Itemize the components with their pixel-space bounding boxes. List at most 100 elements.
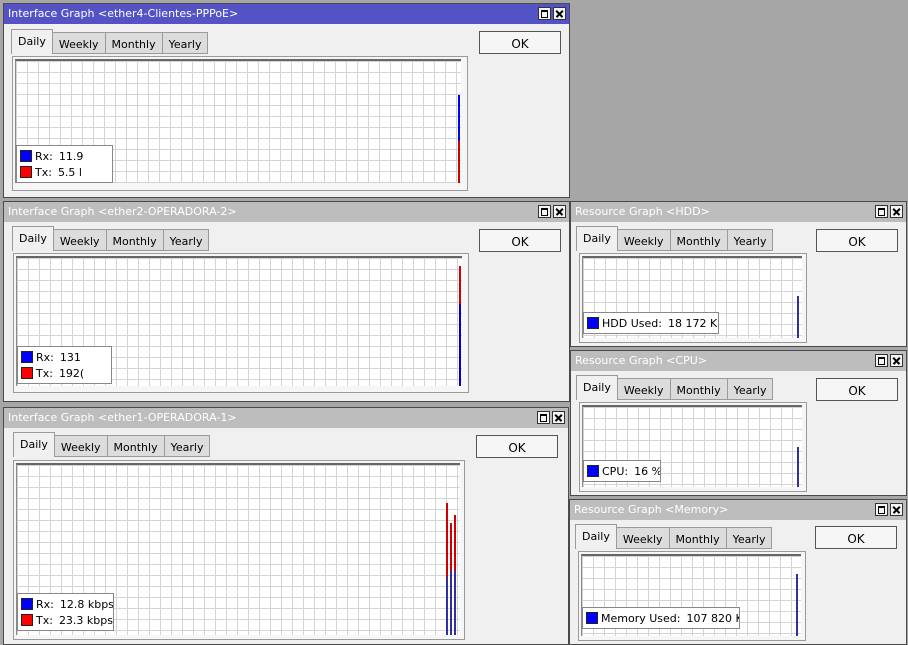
graph-legend: CPU: 16 % bbox=[583, 460, 661, 482]
tab-monthly[interactable]: Monthly bbox=[106, 229, 164, 251]
rx-swatch bbox=[21, 351, 33, 363]
tab-monthly[interactable]: Monthly bbox=[669, 527, 727, 549]
window-interface-graph-ether1: Interface Graph <ether1-OPERADORA-1> Dai… bbox=[3, 407, 569, 645]
tx-value: 5.5 l bbox=[57, 165, 82, 179]
used-swatch bbox=[587, 317, 599, 329]
tx-label: Tx: bbox=[36, 613, 53, 627]
maximize-icon[interactable] bbox=[875, 205, 888, 218]
maximize-icon[interactable] bbox=[538, 205, 551, 218]
tab-monthly[interactable]: Monthly bbox=[107, 435, 165, 457]
tx-swatch bbox=[21, 614, 33, 626]
maximize-icon[interactable] bbox=[875, 354, 888, 367]
tab-yearly[interactable]: Yearly bbox=[164, 435, 211, 457]
tab-daily[interactable]: Daily bbox=[13, 432, 55, 457]
tab-daily[interactable]: Daily bbox=[11, 29, 53, 54]
rx-label: Rx: bbox=[35, 149, 53, 163]
legend-rx: Rx: 11.9 bbox=[20, 148, 112, 164]
close-icon[interactable] bbox=[553, 7, 566, 20]
window-titlebar[interactable]: Interface Graph <ether4-Clientes-PPPoE> bbox=[4, 4, 569, 24]
window-interface-graph-ether4: Interface Graph <ether4-Clientes-PPPoE> … bbox=[3, 3, 570, 198]
cpu-swatch bbox=[587, 465, 599, 477]
rx-bar bbox=[459, 304, 461, 386]
ok-button[interactable]: OK bbox=[476, 435, 558, 458]
window-title: Resource Graph <CPU> bbox=[575, 354, 707, 367]
maximize-icon[interactable] bbox=[538, 7, 551, 20]
tab-yearly[interactable]: Yearly bbox=[727, 229, 774, 251]
tab-yearly[interactable]: Yearly bbox=[162, 32, 209, 54]
tx-swatch bbox=[20, 166, 32, 178]
tab-weekly[interactable]: Weekly bbox=[616, 527, 670, 549]
graph-panel: Memory Used: 107 820 KiB bbox=[578, 551, 806, 641]
hdd-used-label: HDD Used: bbox=[602, 316, 662, 330]
cpu-bar bbox=[797, 447, 799, 487]
tab-weekly[interactable]: Weekly bbox=[617, 378, 671, 400]
window-interface-graph-ether2: Interface Graph <ether2-OPERADORA-2> Dai… bbox=[3, 201, 570, 402]
tab-monthly[interactable]: Monthly bbox=[670, 378, 728, 400]
tab-daily[interactable]: Daily bbox=[576, 226, 618, 251]
legend-hdd-used: HDD Used: 18 172 KiB bbox=[587, 315, 718, 331]
close-icon[interactable] bbox=[890, 503, 903, 516]
legend-rx: Rx: 12.8 kbps bbox=[21, 596, 113, 612]
window-resource-graph-memory: Resource Graph <Memory> Daily Weekly Mon… bbox=[569, 499, 907, 645]
ok-button[interactable]: OK bbox=[815, 526, 897, 549]
close-icon[interactable] bbox=[890, 354, 903, 367]
tab-weekly[interactable]: Weekly bbox=[53, 229, 107, 251]
graph-legend: Rx: 131 Tx: 192( bbox=[17, 346, 112, 384]
window-titlebar[interactable]: Resource Graph <Memory> bbox=[570, 500, 906, 520]
tab-monthly[interactable]: Monthly bbox=[105, 32, 163, 54]
ok-button[interactable]: OK bbox=[816, 229, 898, 252]
tab-monthly[interactable]: Monthly bbox=[670, 229, 728, 251]
close-icon[interactable] bbox=[890, 205, 903, 218]
tx-label: Tx: bbox=[35, 165, 52, 179]
graph-panel: Rx: 131 Tx: 192( bbox=[13, 253, 469, 393]
rx-swatch bbox=[21, 598, 33, 610]
rx-value: 12.8 kbps bbox=[59, 597, 114, 611]
rx-value: 11.9 bbox=[58, 149, 84, 163]
window-titlebar[interactable]: Resource Graph <HDD> bbox=[571, 202, 906, 222]
maximize-icon[interactable] bbox=[537, 411, 550, 424]
memory-bar bbox=[796, 574, 798, 636]
rx-label: Rx: bbox=[36, 350, 54, 364]
tab-weekly[interactable]: Weekly bbox=[52, 32, 106, 54]
close-icon[interactable] bbox=[553, 205, 566, 218]
tx-value: 23.3 kbps bbox=[58, 613, 113, 627]
rx-value: 131 bbox=[59, 350, 81, 364]
cpu-label: CPU: bbox=[602, 464, 629, 478]
graph-panel: HDD Used: 18 172 KiB bbox=[579, 253, 807, 343]
tx-bar bbox=[458, 141, 460, 183]
legend-rx: Rx: 131 bbox=[21, 349, 111, 365]
legend-tx: Tx: 5.5 l bbox=[20, 164, 112, 180]
tab-weekly[interactable]: Weekly bbox=[617, 229, 671, 251]
rx-bar bbox=[446, 577, 448, 635]
maximize-icon[interactable] bbox=[875, 503, 888, 516]
close-icon[interactable] bbox=[552, 411, 565, 424]
rx-bar bbox=[450, 571, 452, 635]
window-titlebar[interactable]: Interface Graph <ether1-OPERADORA-1> bbox=[4, 408, 568, 428]
tx-label: Tx: bbox=[36, 366, 53, 380]
tab-yearly[interactable]: Yearly bbox=[726, 527, 773, 549]
graph-legend: Rx: 12.8 kbps Tx: 23.3 kbps bbox=[17, 593, 114, 631]
window-title: Interface Graph <ether4-Clientes-PPPoE> bbox=[8, 7, 239, 20]
rx-bar bbox=[454, 571, 456, 635]
window-title: Resource Graph <Memory> bbox=[574, 503, 729, 516]
tab-daily[interactable]: Daily bbox=[575, 524, 617, 549]
window-titlebar[interactable]: Interface Graph <ether2-OPERADORA-2> bbox=[4, 202, 569, 222]
rx-swatch bbox=[20, 150, 32, 162]
ok-button[interactable]: OK bbox=[479, 31, 561, 54]
ok-button[interactable]: OK bbox=[816, 378, 898, 401]
tab-daily[interactable]: Daily bbox=[576, 375, 618, 400]
legend-tx: Tx: 192( bbox=[21, 365, 111, 381]
ok-button[interactable]: OK bbox=[479, 229, 561, 252]
window-titlebar[interactable]: Resource Graph <CPU> bbox=[571, 351, 906, 371]
window-resource-graph-cpu: Resource Graph <CPU> Daily Weekly Monthl… bbox=[570, 350, 907, 496]
memory-used-value: 107 820 KiB bbox=[686, 611, 739, 625]
window-resource-graph-hdd: Resource Graph <HDD> Daily Weekly Monthl… bbox=[570, 201, 907, 347]
tab-weekly[interactable]: Weekly bbox=[54, 435, 108, 457]
window-title: Resource Graph <HDD> bbox=[575, 205, 710, 218]
tab-daily[interactable]: Daily bbox=[12, 226, 54, 251]
tab-yearly[interactable]: Yearly bbox=[163, 229, 210, 251]
tab-yearly[interactable]: Yearly bbox=[727, 378, 774, 400]
memory-used-label: Memory Used: bbox=[601, 611, 681, 625]
graph-legend: Memory Used: 107 820 KiB bbox=[582, 607, 740, 629]
cpu-value: 16 % bbox=[634, 464, 661, 478]
